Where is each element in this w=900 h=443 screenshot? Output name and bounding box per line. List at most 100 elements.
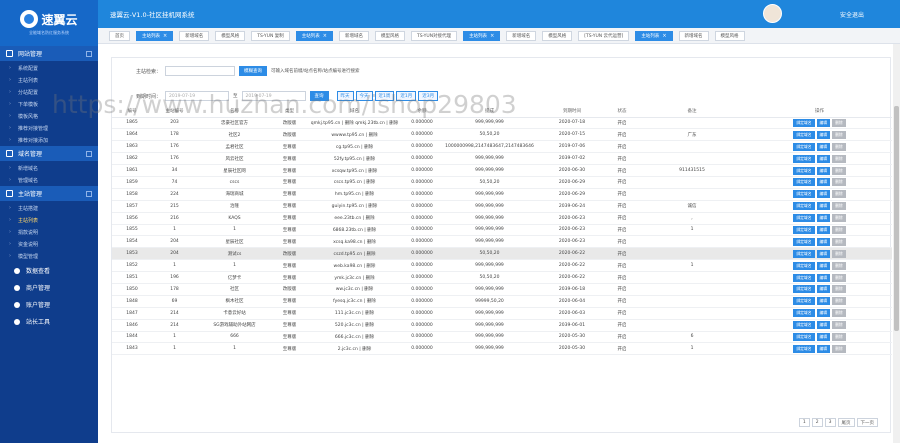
tab[interactable]: 新增域名 [338,31,369,41]
bind-domain-button[interactable]: 绑定域名 [793,332,815,341]
tab[interactable]: 主站列表 × [635,31,673,41]
table-cell[interactable]: web.ka98.cn | 删除 [307,259,402,273]
fuzzy-search-button[interactable]: 模糊查询 [239,66,267,76]
sidebar-item[interactable]: 资金说明 [0,238,98,250]
bind-domain-button[interactable]: 绑定域名 [793,118,815,127]
tab[interactable]: 模型风格 [215,31,246,41]
tab[interactable]: 新增域名 [506,31,537,41]
search-input[interactable] [165,66,235,76]
edit-button[interactable]: 编辑 [816,321,831,330]
close-icon[interactable]: × [490,33,494,39]
page-button[interactable]: 尾页 [837,418,855,427]
bind-domain-button[interactable]: 绑定域名 [793,178,815,187]
bind-domain-button[interactable]: 绑定域名 [793,273,815,282]
edit-button[interactable]: 编辑 [816,273,831,282]
bind-domain-button[interactable]: 绑定域名 [793,321,815,330]
bind-domain-button[interactable]: 绑定域名 [793,249,815,258]
delete-button[interactable]: 删除 [832,332,846,341]
collapse-toggle-icon[interactable] [86,150,92,157]
edit-button[interactable]: 编辑 [816,214,831,223]
avatar[interactable] [763,4,782,23]
logout-link[interactable]: 安全退出 [840,10,864,19]
sidebar-section[interactable]: 域名管理 [0,146,98,162]
sidebar-item[interactable]: 捐款说明 [0,226,98,238]
bind-domain-button[interactable]: 绑定域名 [793,344,815,353]
tab[interactable]: 模型风格 [374,31,405,41]
tab[interactable]: 模型风格 [542,31,573,41]
delete-button[interactable]: 删除 [832,154,846,163]
bind-domain-button[interactable]: 绑定域名 [793,130,815,139]
table-cell[interactable]: xcsqw.tp95.cn | 删除 [307,164,402,177]
tab[interactable]: 首页 [109,31,130,41]
table-cell[interactable]: ymk.jc3c.cn | 删除 [307,271,402,284]
edit-button[interactable]: 编辑 [816,130,831,139]
delete-button[interactable]: 删除 [832,285,846,294]
scrollbar[interactable] [893,44,900,443]
tab[interactable]: TS-YUN 复制 [251,31,290,41]
delete-button[interactable]: 删除 [832,297,846,306]
bind-domain-button[interactable]: 绑定域名 [793,154,815,163]
sidebar-item[interactable]: 管理域名 [0,174,98,186]
delete-button[interactable]: 删除 [832,237,846,246]
sidebar-item[interactable]: 账户管理 [0,296,98,313]
sidebar-item[interactable]: 主站搭建 [0,202,98,214]
collapse-toggle-icon[interactable] [86,50,92,57]
bind-domain-button[interactable]: 绑定域名 [793,285,815,294]
sidebar-item[interactable]: 模型管理 [0,250,98,262]
table-cell[interactable]: cscs.tp95.cn | 删除 [307,176,402,189]
table-cell[interactable]: 520.jc3c.cn | 删除 [307,319,402,332]
edit-button[interactable]: 编辑 [816,309,831,318]
bind-domain-button[interactable]: 绑定域名 [793,214,815,223]
page-button[interactable]: 2 [811,418,823,427]
delete-button[interactable]: 删除 [832,321,846,330]
table-cell[interactable]: eee.23tb.cn | 删除 [307,212,402,225]
edit-button[interactable]: 编辑 [816,297,831,306]
delete-button[interactable]: 删除 [832,225,846,234]
tab[interactable]: 新增域名 [678,31,709,41]
tab[interactable]: 主站列表 × [295,31,333,41]
table-cell[interactable]: guiyin.tp95.cn | 删除 [307,200,402,213]
sidebar-item[interactable]: 主站列表 [0,214,98,226]
edit-button[interactable]: 编辑 [816,166,831,175]
close-icon[interactable]: × [163,33,167,39]
bind-domain-button[interactable]: 绑定域名 [793,225,815,234]
table-cell[interactable]: wwww.tp95.cn | 删除 [307,128,402,142]
close-icon[interactable]: × [662,33,666,39]
bind-domain-button[interactable]: 绑定域名 [793,166,815,175]
table-cell[interactable]: 6868.23tb.cn | 删除 [307,224,402,237]
sidebar-section[interactable]: 主站管理 [0,186,98,202]
edit-button[interactable]: 编辑 [816,142,831,151]
edit-button[interactable]: 编辑 [816,225,831,234]
bind-domain-button[interactable]: 绑定域名 [793,261,815,270]
table-cell[interactable]: hm.tp95.cn | 删除 [307,188,402,201]
bind-domain-button[interactable]: 绑定域名 [793,142,815,151]
delete-button[interactable]: 删除 [832,118,846,127]
page-button[interactable]: 3 [824,418,836,427]
sidebar-item[interactable]: 新增域名 [0,162,98,174]
bind-domain-button[interactable]: 绑定域名 [793,297,815,306]
table-cell[interactable]: cg.tp95.cn | 删除 [307,140,402,154]
edit-button[interactable]: 编辑 [816,261,831,270]
edit-button[interactable]: 编辑 [816,178,831,187]
delete-button[interactable]: 删除 [832,309,846,318]
sidebar-item[interactable]: 推荐对接添加 [0,134,98,146]
table-cell[interactable]: xcsq.ka98.cn | 删除 [307,235,402,249]
sidebar-item[interactable]: 系统配置 [0,62,98,74]
delete-button[interactable]: 删除 [832,261,846,270]
edit-button[interactable]: 编辑 [816,332,831,341]
edit-button[interactable]: 编辑 [816,249,831,258]
tab[interactable]: 主站列表 × [136,31,174,41]
delete-button[interactable]: 删除 [832,344,846,353]
delete-button[interactable]: 删除 [832,273,846,282]
tab[interactable]: 模型风格 [714,31,745,41]
tab[interactable]: TS-YUN对接代理 [410,31,458,41]
delete-button[interactable]: 删除 [832,166,846,175]
edit-button[interactable]: 编辑 [816,190,831,199]
table-cell[interactable]: 111.jc3c.cn | 删除 [307,307,402,320]
delete-button[interactable]: 删除 [832,130,846,139]
edit-button[interactable]: 编辑 [816,344,831,353]
bind-domain-button[interactable]: 绑定域名 [793,202,815,211]
tab[interactable]: 新增域名 [179,31,210,41]
table-cell[interactable]: 666.jc3c.cn | 删除 [307,331,402,344]
table-cell[interactable]: cszd.tp95.cn | 删除 [307,247,402,261]
